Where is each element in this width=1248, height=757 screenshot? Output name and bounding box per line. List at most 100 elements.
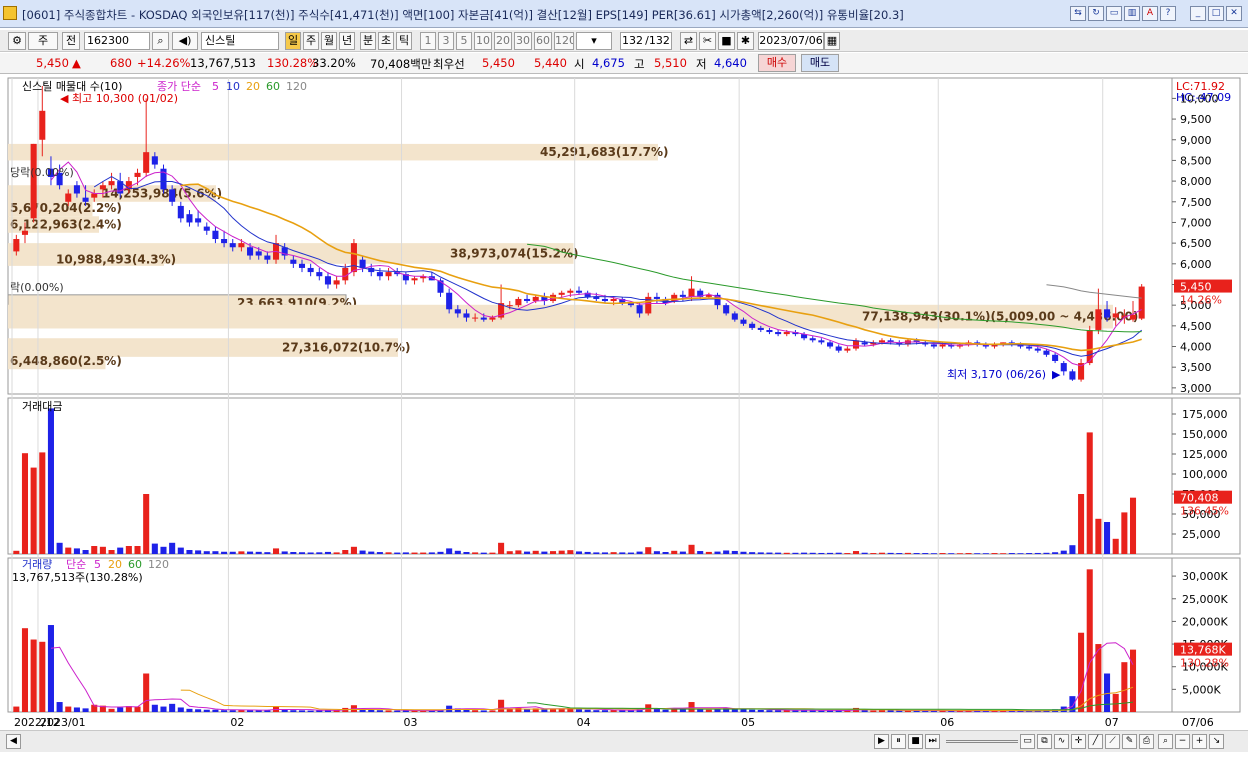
all-button[interactable]: 전 [62,32,80,50]
trend-icon[interactable]: ⟋ [1105,734,1120,749]
zoom-in-icon[interactable]: + [1192,734,1207,749]
volume-bar-33 [298,710,306,712]
scroll-right-icon[interactable]: ▶ [874,734,889,749]
candle-body-95 [835,346,842,351]
amount-bar-122 [1069,545,1076,554]
tf-minute[interactable]: 분 [360,32,376,50]
candle-body-50 [446,292,453,310]
amount-bar-126 [1104,522,1111,554]
magnify-icon[interactable]: ⌕ [1158,734,1173,749]
zoom-out-icon[interactable]: − [1175,734,1190,749]
zoom-icon[interactable]: ⇄ [680,32,697,50]
current-price: 5,450 [36,56,69,70]
custom-period-select[interactable]: ▾ [576,32,612,50]
amount-bar-45 [402,552,409,554]
amount-bar-100 [878,552,886,554]
zoom-slider[interactable] [946,740,1018,743]
scroll-bar[interactable]: ◀ ▶ ⏸ ■ ⏭ ▭ ⧉ ∿ ✛ ╱ ⟋ ✎ ⎙ ⌕ − + ↘ [0,730,1248,752]
draw-icon[interactable]: ✎ [1122,734,1137,749]
vp-label-6: 10,988,493(4.3%) [56,253,176,267]
num-10[interactable]: 10 [474,32,492,50]
font-icon[interactable]: A [1142,6,1158,21]
candle-body-58 [515,298,522,306]
minimize-button[interactable]: _ [1190,6,1206,21]
link-icon[interactable]: ⇆ [1070,6,1086,21]
settings-icon[interactable]: ✱ [737,32,754,50]
calendar-icon[interactable]: ▦ [824,32,840,50]
amount-bar-67 [593,552,600,554]
buy-button[interactable]: 매수 [758,54,796,72]
reset-zoom-icon[interactable]: ↘ [1209,734,1224,749]
print-icon[interactable]: ⎙ [1139,734,1154,749]
candle-body-40 [359,259,366,268]
crosshair-icon[interactable]: ✛ [1071,734,1086,749]
close-button[interactable]: ✕ [1226,6,1242,21]
speaker-icon[interactable]: ◀) [172,32,198,50]
count-input[interactable]: 132 [620,32,644,50]
amount-bar-48 [428,552,435,554]
save-icon[interactable]: ■ [718,32,735,50]
overlap-icon[interactable]: ⧉ [1037,734,1052,749]
window-icon[interactable]: ▭ [1106,6,1122,21]
tf-second[interactable]: 초 [378,32,394,50]
candle-body-28 [255,251,262,256]
candle-body-33 [298,263,306,268]
amount-bar-92 [809,552,816,554]
pause-icon[interactable]: ⏸ [891,734,906,749]
amount-bar-27 [247,551,254,554]
volume-bar-81 [714,709,721,712]
sell-button[interactable]: 매도 [801,54,839,72]
count-total: /132 [644,32,672,50]
chart-icon[interactable]: ▥ [1124,6,1140,21]
tool-icon[interactable]: ✂ [699,32,716,50]
search-icon[interactable]: ⌕ [152,32,169,50]
line-icon[interactable]: ╱ [1088,734,1103,749]
tf-day[interactable]: 일 [285,32,301,50]
refresh-icon[interactable]: ↻ [1088,6,1104,21]
candle-body-0 [13,239,20,252]
amount-bar-47 [420,552,427,554]
tf-month[interactable]: 월 [321,32,337,50]
tf-week[interactable]: 주 [303,32,319,50]
candle-body-10 [99,185,106,190]
amount-bar-63 [558,550,565,554]
candle-body-93 [818,340,825,343]
market-select[interactable]: 주 [28,32,58,50]
tf-tick[interactable]: 틱 [396,32,412,50]
x-label-2: 02 [230,716,244,729]
volume-bar-98 [861,710,868,712]
chart-area[interactable]: 45,291,683(17.7%) 38,973,074(15.2%) 27,316… [0,76,1248,729]
amount-bar-6 [65,547,72,554]
date-input[interactable]: 2023/07/06 [758,32,824,50]
tf-year[interactable]: 년 [339,32,355,50]
end-icon[interactable]: ⏭ [925,734,940,749]
help-icon[interactable]: ? [1160,6,1176,21]
volume-bar-68 [601,710,608,712]
num-5[interactable]: 5 [456,32,472,50]
price-tick-8: 6,000 [1180,258,1212,271]
num-20[interactable]: 20 [494,32,512,50]
num-1[interactable]: 1 [420,32,436,50]
stock-code-input[interactable]: 162300 [84,32,150,50]
amount-bar-52 [463,552,470,554]
volume-bar-128 [1121,662,1128,712]
volume-sub: 13,767,513주(130.28%) [12,571,143,584]
scroll-left-icon[interactable]: ◀ [6,734,21,749]
menu-icon[interactable]: ⚙ [8,32,26,50]
amount-bar-7 [73,548,80,554]
amount-tick-2: 125,000 [1182,448,1228,461]
candle-body-92 [809,338,816,341]
wave-icon[interactable]: ∿ [1054,734,1069,749]
candle-body-83 [731,313,738,320]
num-60[interactable]: 60 [534,32,552,50]
stop-icon[interactable]: ■ [908,734,923,749]
amount-bar-121 [1060,550,1067,554]
zoom-box-icon[interactable]: ▭ [1020,734,1035,749]
stock-name-field[interactable]: 신스틸 [201,32,279,50]
candle-body-98 [861,342,868,345]
num-120[interactable]: 120 [554,32,574,50]
num-30[interactable]: 30 [514,32,532,50]
maximize-button[interactable]: □ [1208,6,1224,21]
volume-bar-80 [705,709,712,712]
num-3[interactable]: 3 [438,32,454,50]
